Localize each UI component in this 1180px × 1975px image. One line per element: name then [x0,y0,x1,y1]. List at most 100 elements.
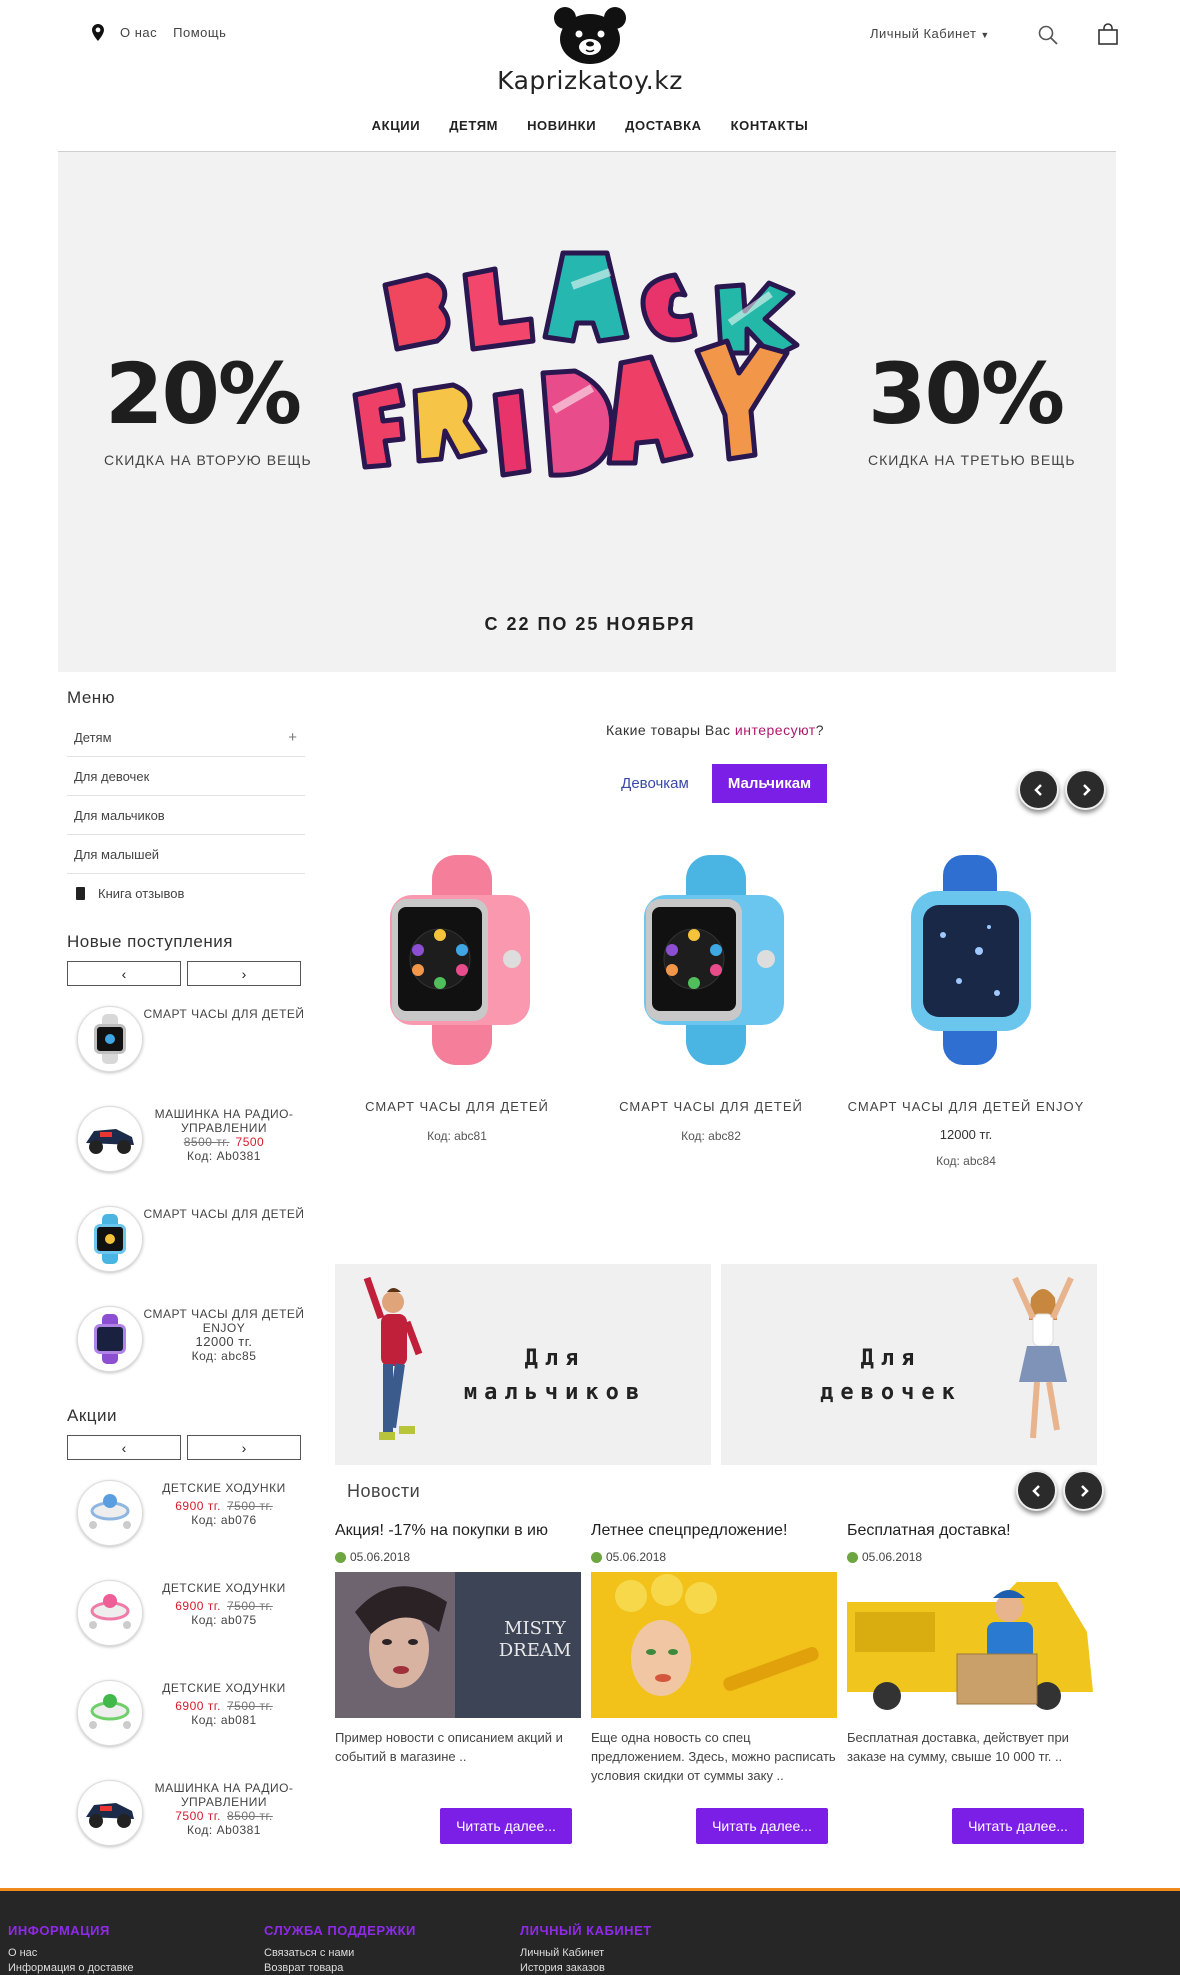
news-card[interactable]: Бесплатная доставка! 05.06.2018 Бесплатн… [847,1522,1093,1844]
news-card[interactable]: Акция! -17% на покупки в ию 05.06.2018 M… [335,1522,581,1844]
promo-card[interactable]: ДЕТСКИЕ ХОДУНКИ 6900 тг. 7500 тг. Код: ab… [67,1580,305,1680]
price: 7500 тг. [175,1809,221,1823]
category-girls-line2: девочек [820,1380,962,1405]
tab-boys[interactable]: Мальчикам [712,764,827,803]
news-date-row: 05.06.2018 [847,1550,1093,1564]
footer-link[interactable]: Связаться с нами [264,1946,416,1961]
news-image-caption: MISTY [504,1618,567,1639]
product-name: МАШИНКА НА РАДИО-УПРАВЛЕНИИ [154,1107,294,1135]
question-highlight: интересуют [734,722,816,738]
nav-sales[interactable]: АКЦИИ [372,118,421,133]
sidebar-item-boys[interactable]: Для мальчиков [67,796,305,835]
news-excerpt: Бесплатная доставка, действует при заказ… [847,1730,1069,1764]
product-code: Код: abc82 [681,1129,741,1143]
prev-button[interactable]: ‹ [67,961,181,986]
shopping-bag-icon[interactable] [1097,23,1119,45]
sidebar-item-label: Детям [74,729,112,745]
new-arrival-card[interactable]: МАШИНКА НА РАДИО-УПРАВЛЕНИИ 8500 тг. 7500… [67,1106,305,1206]
new-arrival-card[interactable]: СМАРТ ЧАСЫ ДЛЯ ДЕТЕЙ [67,1206,305,1306]
product-card[interactable]: СМАРТ ЧАСЫ ДЛЯ ДЕТЕЙ Код: abc82 [591,845,831,1143]
sidebar-item-label: Для малышей [74,846,160,862]
news-image[interactable] [847,1572,1093,1718]
sidebar-menu: Детям + Для девочек Для мальчиков Для мал… [67,718,305,913]
category-boys-banner[interactable]: Для мальчиков [335,1264,711,1465]
nav-delivery[interactable]: ДОСТАВКА [625,118,701,133]
product-thumbnail [77,1306,143,1372]
category-girls-line1: Для [860,1346,922,1371]
nav-contacts[interactable]: КОНТАКТЫ [731,118,809,133]
about-link[interactable]: О нас [120,25,157,40]
news-card[interactable]: Летнее спецпредложение! 05.06.2018 Еще о… [591,1522,837,1844]
chevron-left-icon [1033,783,1042,796]
price: 12000 тг. [195,1334,253,1349]
promo-card[interactable]: МАШИНКА НА РАДИО-УПРАВЛЕНИИ 7500 тг. 8500… [67,1780,305,1880]
news-prev-button[interactable] [1016,1470,1057,1511]
sidebar-item-babies[interactable]: Для малышей [67,835,305,874]
old-price: 8500 тг. [183,1135,230,1149]
product-code: Код: abc84 [936,1154,996,1168]
footer-heading: ЛИЧНЫЙ КАБИНЕТ [520,1923,652,1938]
promotions-pager: ‹ › [67,1435,301,1460]
site-logo[interactable]: Kaprizkatoy.kz [470,6,710,95]
footer-link[interactable]: О нас [8,1946,134,1961]
footer-link[interactable]: Информация о доставке [8,1961,134,1975]
prev-button[interactable]: ‹ [67,1435,181,1460]
promo-card[interactable]: ДЕТСКИЕ ХОДУНКИ 6900 тг. 7500 тг. Код: ab… [67,1680,305,1780]
sidebar-menu-title: Меню [67,688,115,707]
product-card[interactable]: СМАРТ ЧАСЫ ДЛЯ ДЕТЕЙ ENJOY 12000 тг. Код… [846,845,1086,1168]
tab-girls[interactable]: Девочкам [604,764,706,803]
news-image[interactable] [591,1572,837,1718]
read-more-button[interactable]: Читать далее... [440,1808,572,1844]
nav-new[interactable]: НОВИНКИ [527,118,596,133]
clock-icon [591,1551,602,1563]
footer-heading: ИНФОРМАЦИЯ [8,1923,110,1938]
product-code: Код: Ab0381 [187,1823,261,1837]
product-thumbnail [77,1206,143,1272]
old-price: 7500 тг. [227,1599,273,1613]
help-link[interactable]: Помощь [173,25,226,40]
product-card[interactable]: СМАРТ ЧАСЫ ДЛЯ ДЕТЕЙ Код: abc81 [337,845,577,1143]
news-headline[interactable]: Акция! -17% на покупки в ию [335,1522,581,1540]
expand-plus-icon[interactable]: + [288,729,297,746]
products-prev-button[interactable] [1018,769,1059,810]
news-headline[interactable]: Бесплатная доставка! [847,1522,1093,1540]
search-icon[interactable] [1038,25,1058,45]
sidebar-item-reviews[interactable]: Книга отзывов [67,874,305,913]
account-label: Личный Кабинет [870,26,977,41]
product-thumbnail [77,1006,143,1072]
footer-link[interactable]: История заказов [520,1961,652,1975]
category-girls-banner[interactable]: Для девочек [721,1264,1097,1465]
footer-heading: СЛУЖБА ПОДДЕРЖКИ [264,1923,416,1938]
promotions-title: Акции [67,1406,118,1425]
sidebar-item-girls[interactable]: Для девочек [67,757,305,796]
product-name: ДЕТСКИЕ ХОДУНКИ [162,1481,286,1495]
news-headline[interactable]: Летнее спецпредложение! [591,1522,837,1540]
next-button[interactable]: › [187,1435,301,1460]
sidebar-item-label: Книга отзывов [98,886,185,901]
read-more-button[interactable]: Читать далее... [696,1808,828,1844]
news-date-row: 05.06.2018 [335,1550,581,1564]
product-code: Код: abc81 [427,1129,487,1143]
nav-kids[interactable]: ДЕТЯМ [449,118,498,133]
price: 6900 тг. [175,1499,221,1513]
category-boys-line1: Для [524,1346,586,1371]
read-more-button[interactable]: Читать далее... [952,1808,1084,1844]
product-price: 12000 тг. [939,1127,993,1142]
news-next-button[interactable] [1063,1470,1104,1511]
product-code: Код: ab081 [191,1713,257,1727]
footer-link[interactable]: Личный Кабинет [520,1946,652,1961]
products-next-button[interactable] [1065,769,1106,810]
product-image [846,845,1086,1075]
news-image[interactable]: MISTY DREAM [335,1572,581,1718]
footer-link[interactable]: Возврат товара [264,1961,416,1975]
old-price: 7500 тг. [227,1699,273,1713]
next-button[interactable]: › [187,961,301,986]
document-icon [76,887,85,900]
promo-card[interactable]: ДЕТСКИЕ ХОДУНКИ 6900 тг. 7500 тг. Код: ab… [67,1480,305,1580]
new-arrival-card[interactable]: СМАРТ ЧАСЫ ДЛЯ ДЕТЕЙ [67,1006,305,1106]
account-dropdown[interactable]: Личный Кабинет ▼ [870,26,990,41]
news-excerpt: Еще одна новость со спец предложением. З… [591,1730,836,1783]
new-arrival-card[interactable]: СМАРТ ЧАСЫ ДЛЯ ДЕТЕЙ ENJOY 12000 тг. Код… [67,1306,305,1406]
old-price: 8500 тг. [227,1809,273,1823]
sidebar-item-kids[interactable]: Детям + [67,718,305,757]
